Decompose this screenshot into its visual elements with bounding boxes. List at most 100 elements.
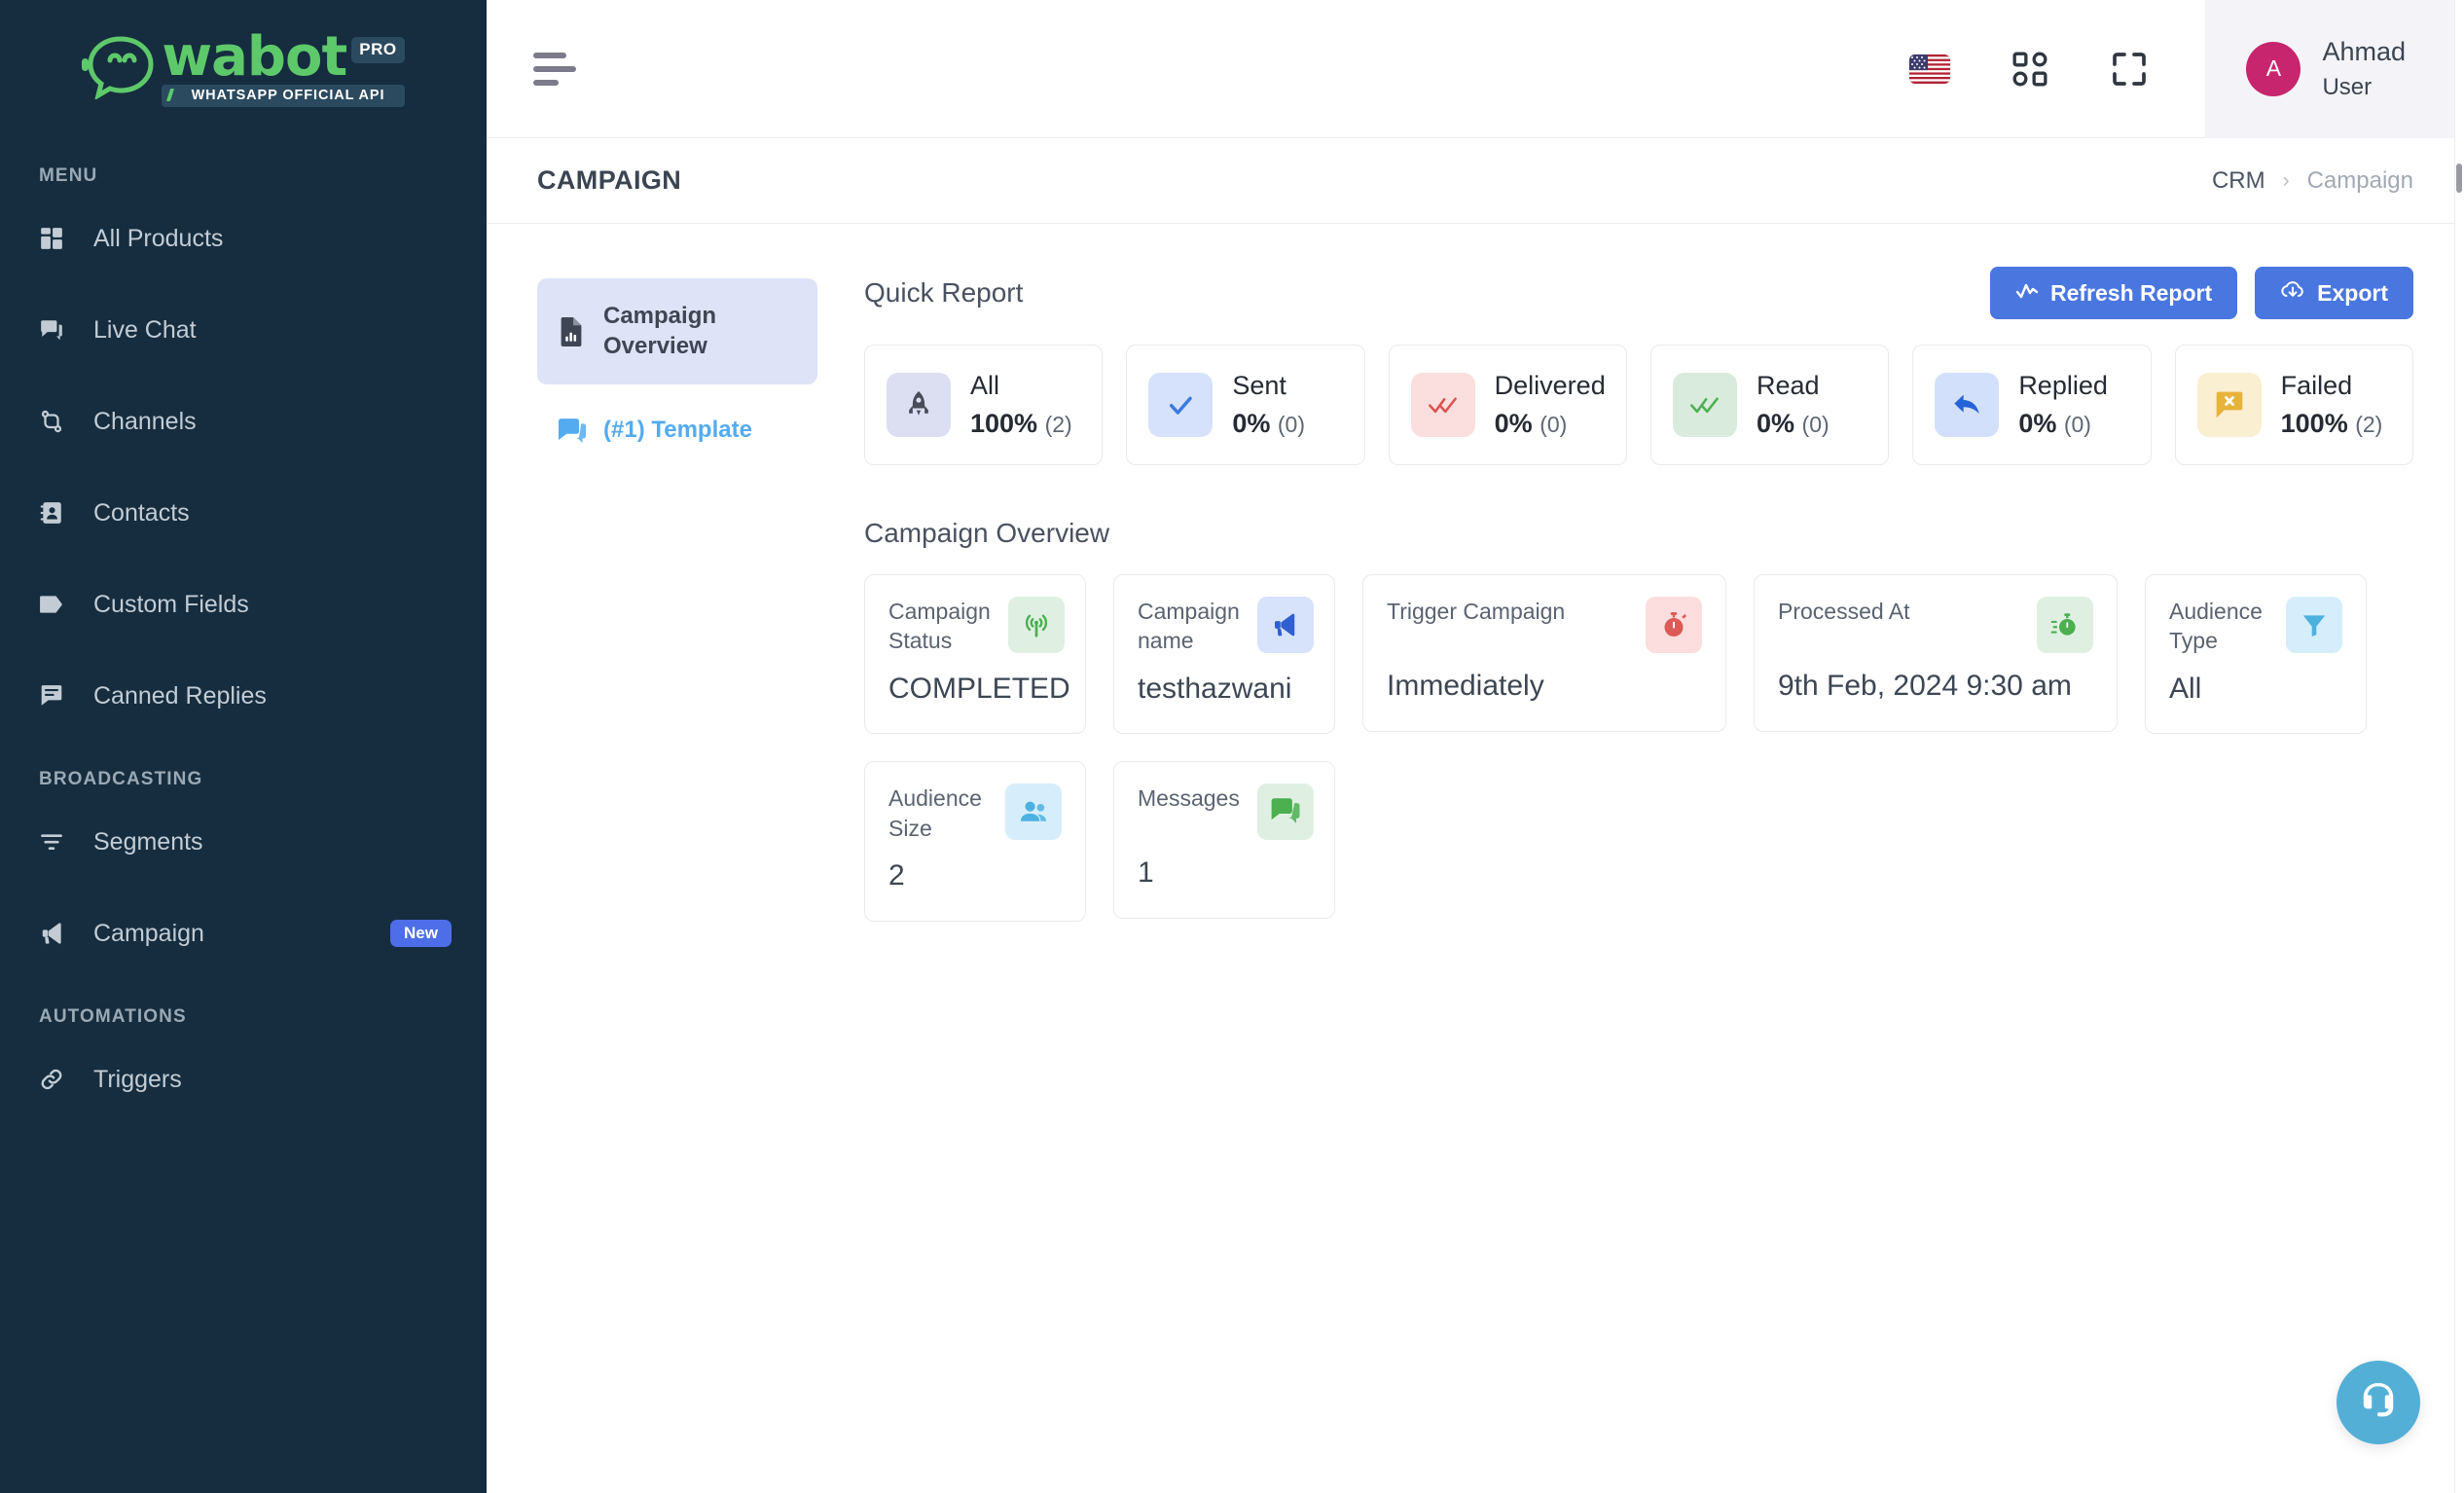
sidebar-item-label: Triggers	[93, 1065, 182, 1093]
fullscreen-icon[interactable]	[2110, 50, 2149, 89]
vertical-scrollbar[interactable]	[2454, 0, 2464, 1493]
sidebar-item-channels[interactable]: Channels	[0, 393, 487, 450]
overview-card-processed-at: Processed At 9th Feb, 2024 9:30 am	[1754, 574, 2118, 732]
user-menu[interactable]: A Ahmad User	[2205, 0, 2464, 138]
page-title: CAMPAIGN	[537, 165, 682, 195]
brand-logo[interactable]: wabot PRO WHATSAPP OFFICIAL API	[0, 0, 487, 138]
user-name: Ahmad	[2322, 36, 2406, 66]
quick-report-title: Quick Report	[864, 277, 1024, 308]
stat-label: Delivered	[1494, 371, 1606, 400]
link-icon	[39, 1067, 72, 1092]
sidebar-item-canned-replies[interactable]: Canned Replies	[0, 668, 487, 724]
stat-label: Sent	[1232, 371, 1286, 400]
support-chat-button[interactable]	[2337, 1361, 2420, 1444]
tab-template[interactable]: (#1) Template	[537, 398, 817, 463]
campaign-side-tabs: Campaign Overview (#1) Template	[537, 267, 817, 922]
breadcrumb-current: Campaign	[2306, 166, 2413, 194]
sidebar: wabot PRO WHATSAPP OFFICIAL API MENU All…	[0, 0, 487, 1493]
avatar: A	[2246, 41, 2301, 96]
sidebar-item-segments[interactable]: Segments	[0, 814, 487, 870]
sidebar-item-label: Contacts	[93, 498, 190, 527]
stat-percent: 0%	[1232, 409, 1271, 438]
tab-label: Campaign Overview	[603, 303, 717, 359]
overview-label: Audience Size	[888, 785, 982, 841]
us-flag-icon[interactable]	[1909, 54, 1951, 84]
hamburger-icon[interactable]	[533, 52, 578, 86]
scrollbar-thumb[interactable]	[2456, 164, 2462, 193]
users-icon	[1005, 783, 1062, 841]
topbar: A Ahmad User	[487, 0, 2464, 138]
stopwatch-icon	[1646, 597, 1702, 653]
sidebar-section-title-automations: AUTOMATIONS	[39, 1006, 187, 1027]
sidebar-item-label: All Products	[93, 224, 224, 252]
overview-label: Campaign name	[1138, 599, 1240, 654]
sidebar-item-live-chat[interactable]: Live Chat	[0, 302, 487, 358]
stat-card-replied[interactable]: Replied 0% (0)	[1912, 345, 2152, 465]
sidebar-item-contacts[interactable]: Contacts	[0, 485, 487, 541]
stat-card-delivered[interactable]: Delivered 0% (0)	[1388, 345, 1627, 465]
stat-card-failed[interactable]: Failed 100% (2)	[2174, 345, 2413, 465]
stat-count: (2)	[1044, 412, 1072, 437]
sidebar-item-label: Live Chat	[93, 315, 197, 344]
sidebar-item-triggers[interactable]: Triggers	[0, 1051, 487, 1108]
topbar-icon-group	[1909, 0, 2205, 138]
failed-message-icon	[2196, 373, 2262, 437]
sidebar-item-custom-fields[interactable]: Custom Fields	[0, 576, 487, 633]
stat-label: Replied	[2018, 371, 2108, 400]
overview-value: Immediately	[1387, 670, 1544, 702]
page-header: CAMPAIGN CRM › Campaign	[487, 138, 2464, 224]
tab-campaign-overview[interactable]: Campaign Overview	[537, 278, 817, 385]
main-area: A Ahmad User CAMPAIGN CRM › Campaign Cam…	[487, 0, 2464, 1493]
stat-percent: 0%	[1494, 409, 1533, 438]
reply-arrow-icon	[1935, 373, 2000, 437]
double-check-icon	[1410, 373, 1475, 437]
sidebar-item-label: Channels	[93, 407, 197, 435]
sidebar-section-automations: AUTOMATIONS Triggers	[0, 1006, 487, 1108]
apps-grid-icon[interactable]	[2011, 50, 2049, 89]
overview-label: Campaign Status	[888, 599, 991, 654]
stat-card-all[interactable]: All 100% (2)	[864, 345, 1104, 465]
app-root: wabot PRO WHATSAPP OFFICIAL API MENU All…	[0, 0, 2464, 1493]
contacts-icon	[39, 500, 72, 526]
stat-percent: 100%	[2280, 409, 2348, 438]
rocket-icon	[887, 373, 951, 437]
campaign-overview-title: Campaign Overview	[864, 518, 1110, 548]
export-button[interactable]: Export	[2255, 267, 2413, 319]
brand-tagline: WHATSAPP OFFICIAL API	[162, 85, 405, 108]
cloud-download-icon	[2280, 279, 2305, 307]
user-role: User	[2322, 73, 2373, 100]
canned-reply-icon	[39, 683, 72, 709]
overview-value: testhazwani	[1138, 672, 1292, 705]
stat-card-read[interactable]: Read 0% (0)	[1649, 345, 1890, 465]
stat-label: All	[970, 371, 1000, 400]
stat-count: (0)	[1277, 412, 1305, 437]
content-area: Campaign Overview (#1) Template Quick Re…	[487, 224, 2464, 922]
brand-wordmark: wabot	[162, 24, 347, 89]
stat-count: (2)	[2355, 412, 2383, 437]
refresh-report-button[interactable]: Refresh Report	[1990, 267, 2238, 319]
sidebar-item-campaign[interactable]: Campaign New	[0, 905, 487, 962]
overview-value: COMPLETED	[888, 672, 1070, 705]
quick-report-header: Quick Report Refresh Report Export	[864, 267, 2413, 319]
sidebar-item-label: Campaign	[93, 919, 204, 947]
funnel-icon	[2286, 597, 2342, 653]
overview-label: Messages	[1138, 785, 1240, 812]
breadcrumb-root[interactable]: CRM	[2212, 167, 2265, 195]
sidebar-section-title-menu: MENU	[39, 165, 98, 186]
pulse-icon	[2015, 279, 2039, 307]
overview-label: Trigger Campaign	[1387, 599, 1566, 624]
stat-card-sent[interactable]: Sent 0% (0)	[1126, 345, 1365, 465]
sidebar-item-all-products[interactable]: All Products	[0, 210, 487, 267]
stat-label: Failed	[2280, 371, 2353, 400]
overview-card-messages: Messages 1	[1113, 761, 1335, 919]
messages-icon	[1256, 783, 1314, 841]
channels-icon	[39, 409, 72, 434]
overview-value: All	[2169, 672, 2202, 705]
single-check-icon	[1148, 373, 1214, 437]
overview-value: 9th Feb, 2024 9:30 am	[1778, 670, 2072, 702]
sidebar-item-badge-new: New	[390, 920, 452, 947]
stat-count: (0)	[1540, 412, 1568, 437]
tag-icon	[39, 593, 72, 616]
overview-label: Audience Type	[2169, 599, 2263, 654]
headset-support-icon	[2357, 1379, 2400, 1427]
